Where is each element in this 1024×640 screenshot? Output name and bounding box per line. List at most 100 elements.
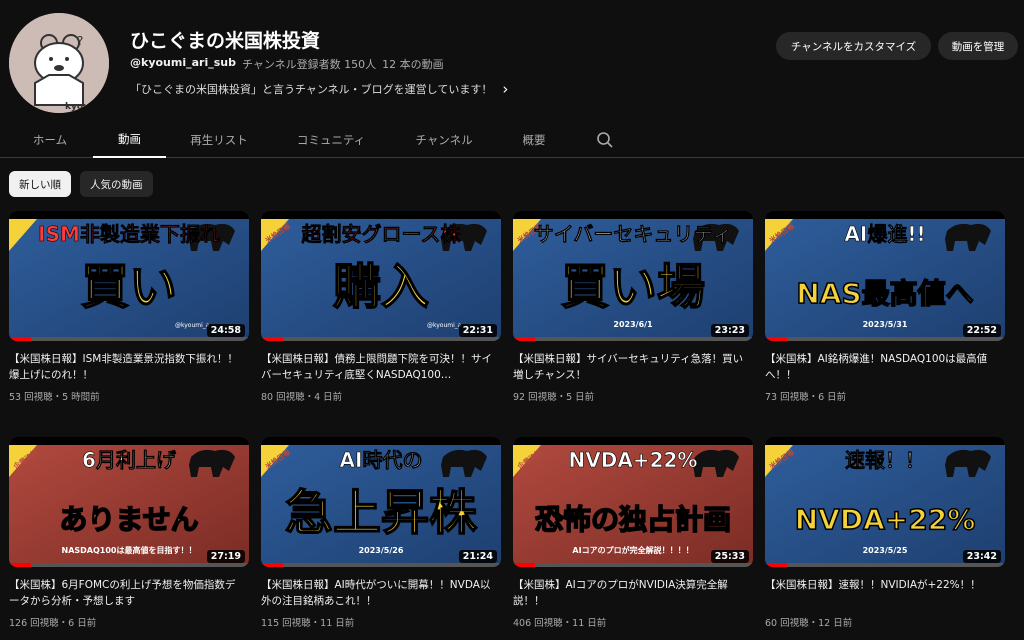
- thumbnail-date-text: AIコアのプロが完全解説！！！！: [572, 545, 693, 555]
- video-thumbnail[interactable]: 米株日報 AI時代の 急上昇株 2023/5/26 21:24: [261, 437, 501, 567]
- video-thumbnail[interactable]: 米株日報 サイバーセキュリティ 買い場 2023/6/1 23:23: [513, 211, 753, 341]
- search-icon[interactable]: [596, 131, 614, 149]
- thumbnail-top-bar: [513, 437, 753, 445]
- channel-description-text: 「ひこぐまの米国株投資」と言うチャンネル・ブログを運営しています！: [130, 83, 493, 96]
- tab-community[interactable]: コミュニティ: [288, 122, 374, 158]
- video-card[interactable]: 米株日報 AI爆進!! NAS最高値へ 2023/5/31 22:52 【米国株】AI銘柄…: [765, 211, 1005, 411]
- thumbnail-graphic: 米株日報 速報！！NVDA+22%2023/5/25: [765, 437, 1005, 567]
- progress-track: [765, 337, 1005, 341]
- thumbnail-main-text: NAS最高値へ: [796, 277, 973, 310]
- sort-chips: 新しい順 人気の動画: [9, 171, 153, 197]
- video-title[interactable]: 【米国株】AI銘柄爆進！NASDAQ100は最高値へ！！: [765, 351, 1001, 383]
- channel-tabs: ホーム 動画 再生リスト コミュニティ チャンネル 概要: [0, 122, 1024, 158]
- video-meta: 73 回視聴・6 日前: [765, 392, 847, 403]
- video-count: 12 本の動画: [382, 58, 444, 71]
- video-card[interactable]: 企業決算 NVDA+22% 恐怖の独占計画 AIコアのプロが完全解説！！！！ 25:33…: [513, 437, 753, 637]
- video-title[interactable]: 【米国株日報】ISM非製造業景況指数下振れ！！爆上げにのれ！！: [9, 351, 245, 383]
- manage-videos-button[interactable]: 動画を管理: [938, 32, 1018, 60]
- video-meta: 92 回視聴・5 日前: [513, 392, 595, 403]
- thumbnail-graphic: 米株日報 超割安グロース株購入@kyoumi_a: [261, 211, 501, 341]
- video-meta: 80 回視聴・4 日前: [261, 392, 343, 403]
- thumbnail-top-text: 6月利上げ: [82, 448, 177, 472]
- progress-fill: [765, 563, 787, 567]
- video-title[interactable]: 【米国株日報】速報！！NVIDIAが+22%！！: [765, 577, 1001, 593]
- progress-fill: [9, 337, 31, 341]
- thumbnail-top-bar: [765, 211, 1005, 219]
- tab-home[interactable]: ホーム: [22, 122, 78, 158]
- chevron-right-icon[interactable]: ›: [502, 80, 508, 98]
- thumbnail-graphic: 米株日報 AI爆進!!NAS最高値へ2023/5/31: [765, 211, 1005, 341]
- thumbnail-date-text: 2023/5/25: [863, 546, 908, 555]
- video-title[interactable]: 【米国株】6月FOMCの利上げ予想を物価指数データから分析・予想します: [9, 577, 245, 609]
- progress-track: [261, 563, 501, 567]
- video-title[interactable]: 【米国株日報】AI時代がついに開幕！！NVDA以外の注目銘柄あこれ！！: [261, 577, 497, 609]
- video-title[interactable]: 【米国株日報】サイバーセキュリティ急落！買い増しチャンス！: [513, 351, 749, 383]
- progress-fill: [261, 563, 283, 567]
- thumbnail-main-text: 恐怖の独占計画: [535, 503, 731, 536]
- video-title[interactable]: 【米国株日報】債務上限問題下院を可決！！サイバーセキュリティ底堅くNASDAQ1…: [261, 351, 497, 383]
- video-duration: 22:52: [962, 324, 1001, 337]
- tab-channels[interactable]: チャンネル: [405, 122, 483, 158]
- channel-avatar[interactable]: ? kyoumi: [9, 13, 109, 113]
- video-card[interactable]: ISM非製造業下振れ買い @kyoumi_a 24:58 【米国株日報】ISM非製造業…: [9, 211, 249, 411]
- video-duration: 23:23: [710, 324, 749, 337]
- thumbnail-top-text: 超割安グロース株: [301, 222, 462, 246]
- video-thumbnail[interactable]: 企業決算 NVDA+22% 恐怖の独占計画 AIコアのプロが完全解説！！！！ 25:33: [513, 437, 753, 567]
- progress-track: [9, 563, 249, 567]
- thumbnail-main-text: NVDA+22%: [795, 503, 976, 536]
- video-duration: 27:19: [206, 550, 245, 563]
- video-thumbnail[interactable]: 米株日報 AI爆進!! NAS最高値へ 2023/5/31 22:52: [765, 211, 1005, 341]
- thumbnail-handle-text: @kyoumi_a: [175, 322, 210, 329]
- chip-popular[interactable]: 人気の動画: [80, 171, 153, 197]
- thumbnail-top-text: NVDA+22%: [569, 448, 698, 472]
- video-duration: 22:31: [458, 324, 497, 337]
- channel-description[interactable]: 「ひこぐまの米国株投資」と言うチャンネル・ブログを運営しています！ ›: [130, 80, 508, 98]
- thumbnail-top-text: ISM非製造業下振れ: [38, 222, 220, 246]
- thumbnail-graphic: ISM非製造業下振れ買い @kyoumi_a: [9, 211, 249, 341]
- thumbnail-main-text: 買い場: [561, 259, 705, 315]
- progress-fill: [9, 563, 31, 567]
- thumbnail-handle-text: @kyoumi_a: [427, 322, 462, 329]
- video-thumbnail[interactable]: 企業決算 6月利上げ ありません NASDAQ100は最高値を目指す！！ 27:19: [9, 437, 249, 567]
- channel-meta: @kyoumi_ari_sub チャンネル登録者数 150人 12 本の動画: [130, 56, 444, 72]
- video-card[interactable]: 米株日報 サイバーセキュリティ 買い場 2023/6/1 23:23 【米国株日報】サイバ…: [513, 211, 753, 411]
- thumbnail-top-bar: [261, 211, 501, 219]
- video-title[interactable]: 【米国株】AIコアのプロがNVIDIA決算完全解説！！: [513, 577, 749, 609]
- thumbnail-date-text: NASDAQ100は最高値を目指す！！: [62, 545, 197, 555]
- svg-text:kyoumi: kyoumi: [65, 102, 102, 112]
- tab-videos[interactable]: 動画: [93, 122, 166, 158]
- subscriber-count: チャンネル登録者数 150人: [241, 58, 377, 71]
- tab-playlists[interactable]: 再生リスト: [180, 122, 258, 158]
- thumbnail-graphic: 企業決算 NVDA+22%恐怖の独占計画AIコアのプロが完全解説！！！！: [513, 437, 753, 567]
- video-meta: 115 回視聴・11 日前: [261, 618, 355, 629]
- thumbnail-date-text: 2023/6/1: [613, 320, 653, 329]
- thumbnail-top-text: AI爆進!!: [844, 222, 925, 246]
- progress-fill: [513, 563, 535, 567]
- thumbnail-main-text: ありません: [59, 503, 198, 536]
- thumbnail-main-text: 買い: [81, 259, 177, 315]
- video-thumbnail[interactable]: ISM非製造業下振れ買い @kyoumi_a 24:58: [9, 211, 249, 341]
- channel-name: ひこぐまの米国株投資: [130, 30, 321, 52]
- video-thumbnail[interactable]: 米株日報 速報！！ NVDA+22% 2023/5/25 23:42: [765, 437, 1005, 567]
- video-card[interactable]: 米株日報 超割安グロース株 購入 @kyoumi_a 22:31 【米国株日報】債務上限問…: [261, 211, 501, 411]
- video-thumbnail[interactable]: 米株日報 超割安グロース株 購入 @kyoumi_a 22:31: [261, 211, 501, 341]
- video-duration: 23:42: [962, 550, 1001, 563]
- video-meta: 406 回視聴・11 日前: [513, 618, 607, 629]
- thumbnail-top-bar: [765, 437, 1005, 445]
- thumbnail-top-bar: [513, 211, 753, 219]
- video-card[interactable]: 米株日報 AI時代の 急上昇株 2023/5/26 21:24 【米国株日報】AI時代がつ…: [261, 437, 501, 637]
- bear-avatar-icon: ? kyoumi: [9, 13, 109, 113]
- progress-track: [9, 337, 249, 341]
- video-meta: 60 回視聴・12 日前: [765, 618, 853, 629]
- progress-fill: [765, 337, 787, 341]
- progress-track: [261, 337, 501, 341]
- video-card[interactable]: 米株日報 速報！！ NVDA+22% 2023/5/25 23:42 【米国株日報】速報！…: [765, 437, 1005, 637]
- chip-newest[interactable]: 新しい順: [9, 171, 71, 197]
- thumbnail-graphic: 米株日報 AI時代の急上昇株2023/5/26: [261, 437, 501, 567]
- video-card[interactable]: 企業決算 6月利上げ ありません NASDAQ100は最高値を目指す！！ 27:19 【米…: [9, 437, 249, 637]
- progress-fill: [261, 337, 283, 341]
- thumbnail-date-text: 2023/5/26: [359, 546, 404, 555]
- customize-channel-button[interactable]: チャンネルをカスタマイズ: [776, 32, 931, 60]
- tab-about[interactable]: 概要: [510, 122, 558, 158]
- video-duration: 24:58: [206, 324, 245, 337]
